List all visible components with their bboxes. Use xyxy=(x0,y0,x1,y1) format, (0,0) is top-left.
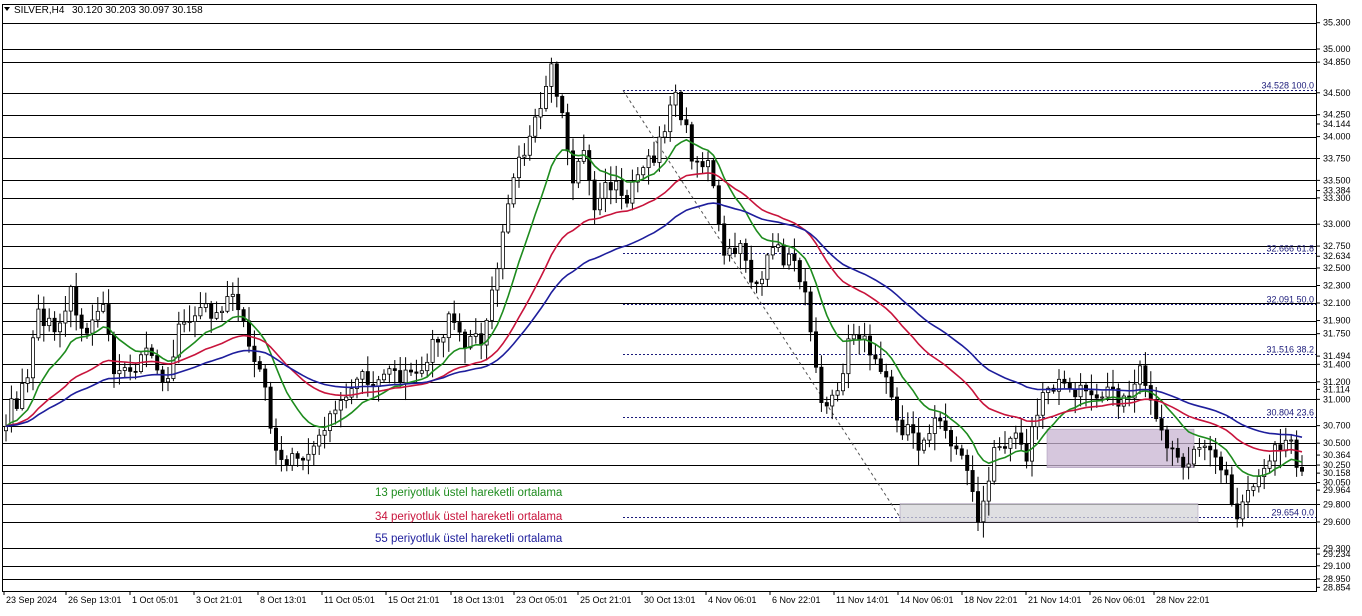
legend-ema13: 13 periyotluk üstel hareketli ortalama xyxy=(375,487,563,499)
chart-container[interactable]: 34.528 100.0 32.666 61.8 32.091 50.0 31.516… xyxy=(0,0,1362,611)
fib-label-0: 34.528 100.0 xyxy=(1261,81,1314,91)
price-tick-label: 33.500 xyxy=(1323,175,1351,185)
fib-label-1: 32.666 61.8 xyxy=(1266,244,1314,254)
candle xyxy=(1192,445,1197,468)
price-tick-label: 34.000 xyxy=(1323,132,1351,142)
time-tick-label: 15 Oct 21:01 xyxy=(388,595,440,605)
candle xyxy=(511,173,516,208)
time-tick-label: 3 Oct 21:01 xyxy=(196,595,243,605)
fib-label-3: 31.516 38.2 xyxy=(1266,345,1314,355)
time-tick-label: 18 Nov 22:01 xyxy=(964,595,1018,605)
candle xyxy=(679,90,684,126)
price-tick-label: 29.800 xyxy=(1323,499,1351,509)
price-tick-label: 31.750 xyxy=(1323,329,1351,339)
price-tick-label: 29.964 xyxy=(1323,485,1351,495)
time-tick-label: 6 Nov 22:01 xyxy=(772,595,821,605)
time-tick-label: 26 Sep 13:01 xyxy=(68,595,122,605)
price-tick-label: 30.500 xyxy=(1323,438,1351,448)
candle xyxy=(268,381,273,434)
price-tick-label: 35.300 xyxy=(1323,18,1351,28)
fib-label-4: 30.804 23.6 xyxy=(1266,408,1314,418)
price-tick-label: 29.600 xyxy=(1323,517,1351,527)
price-tick-label: 32.100 xyxy=(1323,298,1351,308)
time-tick-label: 28 Nov 22:01 xyxy=(1156,595,1210,605)
price-chart[interactable]: 34.528 100.0 32.666 61.8 32.091 50.0 31.516… xyxy=(0,0,1362,611)
ohlc-values: 30.120 30.203 30.097 30.158 xyxy=(72,5,203,16)
zone-1 xyxy=(899,503,1199,523)
price-tick-label: 28.854 xyxy=(1323,582,1351,592)
price-tick-label: 34.144 xyxy=(1323,119,1351,129)
legend: 13 periyotluk üstel hareketli ortalama 3… xyxy=(375,487,563,545)
price-tick-label: 33.300 xyxy=(1323,193,1351,203)
price-tick-label: 35.000 xyxy=(1323,44,1351,54)
time-tick-label: 1 Oct 05:01 xyxy=(132,595,179,605)
time-tick-label: 30 Oct 13:01 xyxy=(644,595,696,605)
chart-header: SILVER,H4 30.120 30.203 30.097 30.158 xyxy=(4,5,203,16)
price-tick-label: 29.300 xyxy=(1323,543,1351,553)
time-tick-label: 11 Nov 14:01 xyxy=(836,595,889,605)
time-tick-label: 11 Oct 05:01 xyxy=(324,595,375,605)
price-tick-label: 30.700 xyxy=(1323,421,1351,431)
price-tick-label: 32.750 xyxy=(1323,241,1351,251)
time-tick-label: 25 Oct 21:01 xyxy=(580,595,632,605)
price-tick-label: 30.364 xyxy=(1323,450,1351,460)
time-tick-label: 4 Nov 06:01 xyxy=(708,595,757,605)
price-tick-label: 32.634 xyxy=(1323,251,1351,261)
fib-label-2: 32.091 50.0 xyxy=(1266,295,1314,305)
price-tick-label: 34.500 xyxy=(1323,88,1351,98)
price-tick-label: 32.300 xyxy=(1323,281,1351,291)
price-tick-label: 31.900 xyxy=(1323,316,1351,326)
price-tick-label: 31.114 xyxy=(1323,384,1350,394)
legend-ema34: 34 periyotluk üstel hareketli ortalama xyxy=(375,511,563,523)
time-tick-label: 23 Sep 2024 xyxy=(6,595,57,605)
price-tick-label: 34.850 xyxy=(1323,57,1351,67)
symbol-label: SILVER,H4 xyxy=(14,5,65,16)
time-tick-label: 26 Nov 06:01 xyxy=(1092,595,1146,605)
price-tick-label: 33.000 xyxy=(1323,219,1351,229)
candle xyxy=(716,179,721,232)
time-tick-label: 8 Oct 13:01 xyxy=(260,595,307,605)
time-tick-label: 21 Nov 14:01 xyxy=(1028,595,1082,605)
time-tick-label: 23 Oct 05:01 xyxy=(516,595,568,605)
fib-label-5: 29.654 0.0 xyxy=(1271,508,1314,518)
price-tick-label: 31.400 xyxy=(1323,359,1351,369)
price-tick-label: 33.750 xyxy=(1323,153,1351,163)
legend-ema55: 55 periyotluk üstel hareketli ortalama xyxy=(375,533,563,545)
price-tick-label: 32.500 xyxy=(1323,263,1351,273)
price-tick-label: 31.000 xyxy=(1323,394,1351,404)
time-tick-label: 18 Oct 13:01 xyxy=(453,595,505,605)
price-tick-label: 29.100 xyxy=(1323,561,1351,571)
time-tick-label: 14 Nov 06:01 xyxy=(900,595,954,605)
